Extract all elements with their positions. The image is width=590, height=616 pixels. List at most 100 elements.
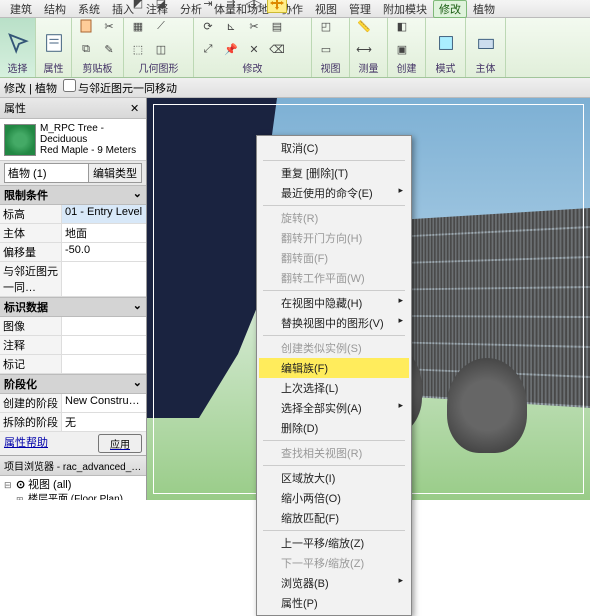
cope-icon[interactable]: ◩ [128, 0, 148, 13]
menu-separator [263, 465, 405, 466]
split-icon[interactable]: ⟋ [151, 16, 171, 36]
context-menu-item[interactable]: 缩小两倍(O) [259, 488, 409, 508]
pick-host-icon[interactable] [472, 27, 500, 59]
rotate-icon[interactable]: ⟳ [198, 16, 218, 36]
section-header[interactable]: 标识数据⌄ [0, 297, 146, 317]
tree-node[interactable]: 楼层平面 (Floor Plan) [14, 493, 146, 500]
property-row[interactable]: 标记 [0, 355, 146, 374]
context-menu-item[interactable]: 重复 [删除](T) [259, 163, 409, 183]
context-menu-item[interactable]: 上次选择(L) [259, 378, 409, 398]
prop-value[interactable] [62, 336, 146, 354]
properties-help-link[interactable]: 属性帮助 [4, 434, 48, 453]
trim-icon[interactable]: ⊾ [221, 16, 241, 36]
property-row[interactable]: 标高01 - Entry Level [0, 205, 146, 224]
cut-geom-icon[interactable]: ◪ [151, 0, 171, 13]
context-menu-item[interactable]: 上一平移/缩放(Z) [259, 533, 409, 553]
property-row[interactable]: 注释 [0, 336, 146, 355]
property-row[interactable]: 创建的阶段New Constru… [0, 394, 146, 413]
move-icon[interactable] [267, 0, 287, 13]
prop-key: 标记 [0, 355, 62, 373]
context-menu-item[interactable]: 属性(P) [259, 593, 409, 613]
group-label: 测量 [359, 59, 379, 75]
menu-管理[interactable]: 管理 [343, 1, 377, 17]
group-icon[interactable]: ▣ [392, 39, 412, 59]
properties-icon[interactable] [40, 27, 68, 59]
context-menu-item[interactable]: 区域放大(I) [259, 468, 409, 488]
prop-value[interactable]: 无 [62, 413, 146, 431]
cut-icon[interactable]: ✂ [99, 16, 119, 36]
menu-系统[interactable]: 系统 [72, 1, 106, 17]
prop-value[interactable]: -50.0 [62, 243, 146, 261]
context-menu-item: 翻转面(F) [259, 248, 409, 268]
paste-icon[interactable] [76, 16, 96, 36]
category-selector[interactable]: 植物 (1) [5, 164, 88, 182]
prop-key: 主体 [0, 224, 62, 242]
tree-silhouette [447, 358, 527, 453]
menu-separator [263, 335, 405, 336]
menu-视图[interactable]: 视图 [309, 1, 343, 17]
context-menu-item[interactable]: 浏览器(B) [259, 573, 409, 593]
prop-value[interactable] [62, 262, 146, 296]
group-label: 视图 [321, 59, 341, 75]
prop-value[interactable]: 地面 [62, 224, 146, 242]
match-icon[interactable]: ✎ [99, 39, 119, 59]
context-menu-item: 旋转(R) [259, 208, 409, 228]
context-menu-item[interactable]: 取消(C) [259, 138, 409, 158]
menu-建筑[interactable]: 建筑 [4, 1, 38, 17]
property-row[interactable]: 主体地面 [0, 224, 146, 243]
property-row[interactable]: 与邻近图元一同… [0, 262, 146, 297]
wall-join-icon[interactable]: ⬚ [128, 39, 148, 59]
ribbon-group-modify: ⇥ ⇉ ◁▷ ⟳ ⊾ ✂ ▤ ⤢ 📌 ✕ ⌫ 修改 [194, 18, 312, 77]
menu-结构[interactable]: 结构 [38, 1, 72, 17]
create-icon[interactable]: ◧ [392, 16, 412, 36]
measure-icon[interactable]: 📏 [354, 16, 374, 36]
property-row[interactable]: 偏移量-50.0 [0, 243, 146, 262]
array-icon[interactable]: ▤ [267, 16, 287, 36]
ribbon-group-props: 属性 [36, 18, 72, 77]
tree-root[interactable]: ⊙ 视图 (all) [2, 478, 146, 493]
demolish-icon[interactable]: ◫ [151, 39, 171, 59]
menu-附加模块[interactable]: 附加模块 [377, 1, 433, 17]
prop-value[interactable]: 01 - Entry Level [62, 205, 146, 223]
section-header[interactable]: 阶段化⌄ [0, 374, 146, 394]
split2-icon[interactable]: ✂ [244, 16, 264, 36]
dim-icon[interactable]: ⟷ [354, 39, 374, 59]
modify-tool-icon[interactable] [4, 27, 32, 59]
scale-icon[interactable]: ⤢ [198, 39, 218, 59]
unpin-icon[interactable]: ✕ [244, 39, 264, 59]
property-row[interactable]: 拆除的阶段无 [0, 413, 146, 432]
close-icon[interactable]: ✕ [130, 102, 142, 114]
context-menu-item[interactable]: 替换视图中的图形(V) [259, 313, 409, 333]
edit-type-button[interactable]: 编辑类型 [88, 164, 141, 182]
offset-icon[interactable]: ⇉ [221, 0, 241, 13]
align-icon[interactable]: ⇥ [198, 0, 218, 13]
menu-修改[interactable]: 修改 [433, 0, 467, 18]
ribbon-group-create: ◧▣ 创建 [388, 18, 426, 77]
property-row[interactable]: 图像 [0, 317, 146, 336]
ribbon-group-mode: 模式 [426, 18, 466, 77]
optbar-context: 修改 | 植物 [4, 80, 57, 96]
prop-value[interactable] [62, 355, 146, 373]
context-menu-item[interactable]: 最近使用的命令(E) [259, 183, 409, 203]
mirror-icon[interactable]: ◁▷ [244, 0, 264, 13]
prop-value[interactable]: New Constru… [62, 394, 146, 412]
context-menu-item[interactable]: 缩放匹配(F) [259, 508, 409, 528]
menu-植物[interactable]: 植物 [467, 1, 501, 17]
apply-button[interactable]: 应用 [98, 434, 142, 453]
pin-icon[interactable]: 📌 [221, 39, 241, 59]
context-menu: 取消(C)重复 [删除](T)最近使用的命令(E)旋转(R)翻转开门方向(H)翻… [256, 135, 412, 616]
context-menu-item[interactable]: 在视图中隐藏(H) [259, 293, 409, 313]
edit-family-icon[interactable] [432, 27, 460, 59]
join-icon[interactable]: ▦ [128, 16, 148, 36]
context-menu-item[interactable]: 编辑族(F) [259, 358, 409, 378]
move-with-nearby-checkbox[interactable]: 与邻近图元一同移动 [63, 79, 177, 96]
hide-icon[interactable]: ▭ [316, 39, 336, 59]
delete-icon[interactable]: ⌫ [267, 39, 287, 59]
context-menu-item[interactable]: 删除(D) [259, 418, 409, 438]
view-icon[interactable]: ◰ [316, 16, 336, 36]
section-header[interactable]: 限制条件⌄ [0, 185, 146, 205]
type-name: M_RPC Tree - Deciduous Red Maple - 9 Met… [40, 123, 142, 156]
copy-icon[interactable]: ⧉ [76, 39, 96, 59]
context-menu-item[interactable]: 选择全部实例(A) [259, 398, 409, 418]
prop-value[interactable] [62, 317, 146, 335]
